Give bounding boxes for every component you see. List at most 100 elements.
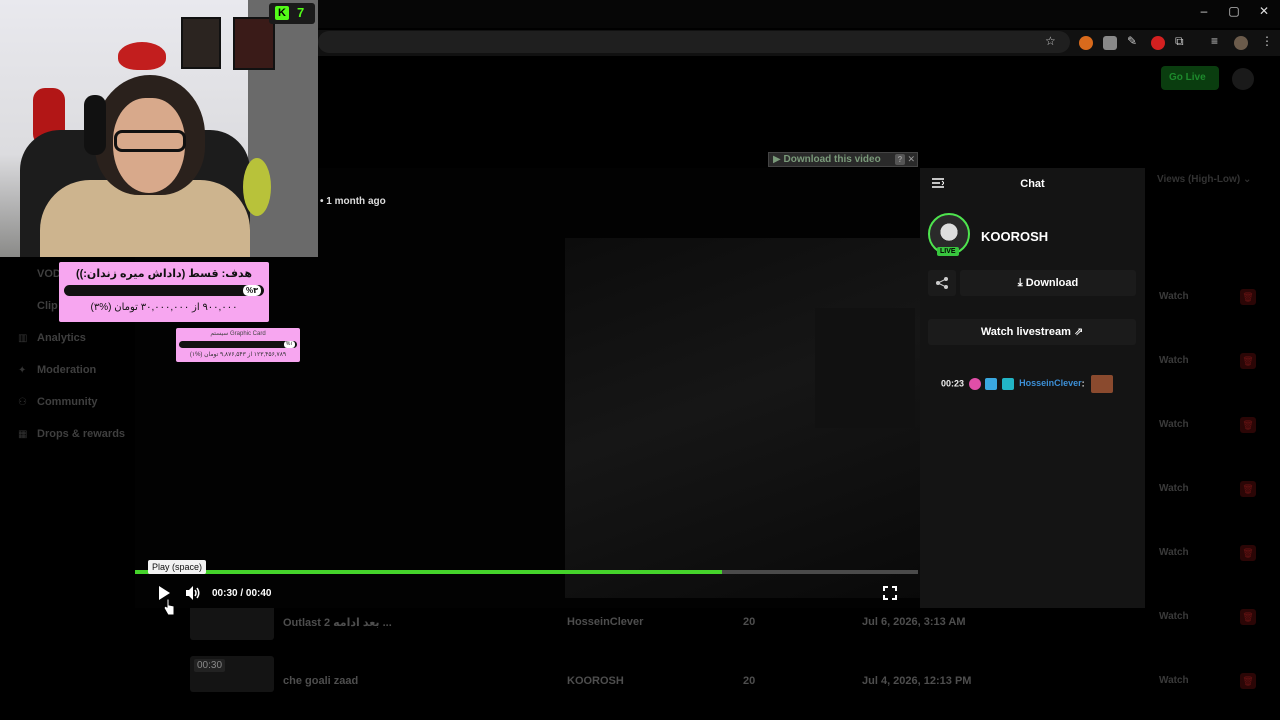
goal-progress-bar: %۳ <box>64 285 264 296</box>
watch-livestream-button[interactable]: Watch livestream ⇗ <box>928 319 1136 345</box>
vod-creator: HosseinClever <box>567 616 644 628</box>
vod-thumbnail[interactable] <box>190 604 274 640</box>
browser-menu-icon[interactable]: ⋮ <box>1261 34 1273 48</box>
reading-list-icon[interactable]: ≡ <box>1211 34 1218 48</box>
vod-title: che goali zaad <box>283 675 359 687</box>
vod-duration: 00:30 <box>194 659 226 672</box>
sidebar-item-label: Moderation <box>37 364 97 376</box>
donation-goal-secondary: Graphic Card سیستم %۱ ۱۲۳,۴۵۶,۷۸۹ از ۹,۸… <box>176 328 300 362</box>
donation-goal: هدف: قسط (داداش میره زندان:)) %۳ ۹۰۰,۰۰۰… <box>59 262 269 322</box>
sidebar-item-label: Community <box>37 396 98 408</box>
goal-amount: ۹۰۰,۰۰۰ از ۳۰,۰۰۰,۰۰۰ تومان (%۳) <box>90 302 238 313</box>
wrench-icon: ✦ <box>18 365 27 376</box>
watch-link[interactable]: Watch <box>1159 291 1189 302</box>
delete-icon[interactable]: 🗑 <box>1240 417 1256 433</box>
sidebar-item-analytics[interactable]: ▥ Analytics <box>18 332 86 344</box>
live-badge: LIVE <box>937 247 959 256</box>
watch-link[interactable]: Watch <box>1159 547 1189 558</box>
emote-icon <box>1091 375 1114 393</box>
go-live-button[interactable]: Go Live <box>1161 66 1219 90</box>
delete-icon[interactable]: 🗑 <box>1240 289 1256 305</box>
goal2-title: Graphic Card سیستم <box>210 331 266 337</box>
user-menu-icon[interactable] <box>1232 68 1254 90</box>
posted-time: • 1 month ago <box>320 196 386 207</box>
record-extension-icon[interactable] <box>1151 36 1165 50</box>
vip-badge-icon <box>1001 378 1014 390</box>
chat-separator: : <box>1081 378 1085 389</box>
plush-toy <box>243 158 271 216</box>
watch-link[interactable]: Watch <box>1159 483 1189 494</box>
sidebar-item-clip[interactable]: Clip <box>37 300 58 312</box>
delete-icon[interactable]: 🗑 <box>1240 545 1256 561</box>
analytics-icon: ▥ <box>18 333 28 344</box>
people-icon: ⚇ <box>18 397 27 408</box>
go-live-label: Go Live <box>1169 72 1206 83</box>
table-row[interactable]: Outlast 2 بعد ادامه ... HosseinClever 20… <box>190 604 1260 640</box>
maximize-button[interactable]: ▢ <box>1219 4 1249 18</box>
chat-panel: Chat LIVE KOOROSH ⤓ Download Watch lives… <box>920 168 1145 608</box>
chat-title: Chat <box>1020 178 1045 190</box>
profile-avatar-icon[interactable] <box>1234 36 1248 50</box>
chat-username[interactable]: HosseinClever <box>1019 378 1082 388</box>
watch-link[interactable]: Watch <box>1159 419 1189 430</box>
chat-message-time: 00:23 <box>941 378 965 389</box>
minimize-button[interactable]: – <box>1189 4 1219 18</box>
gift-icon: ▦ <box>18 429 28 440</box>
kick-viewer-badge: K 7 <box>269 3 315 24</box>
share-button[interactable] <box>928 270 956 296</box>
kick-logo-icon: K <box>275 6 289 20</box>
vod-views: 20 <box>743 616 756 628</box>
help-icon[interactable]: ? <box>895 154 905 165</box>
time-display: 00:30 / 00:40 <box>212 588 272 599</box>
seek-bar[interactable] <box>135 570 918 574</box>
shield-extension-icon[interactable] <box>1103 36 1117 50</box>
volume-icon[interactable] <box>185 585 201 601</box>
download-button[interactable]: ⤓ Download <box>960 270 1136 296</box>
watch-livestream-label: Watch livestream <box>980 326 1071 338</box>
puzzle-extensions-icon[interactable]: ⧉ <box>1175 34 1184 49</box>
chat-message: 00:23 HosseinClever: <box>941 375 1114 393</box>
kick-count: 7 <box>297 5 305 20</box>
seek-bar-fill <box>135 570 723 574</box>
bookmark-star-icon[interactable]: ☆ <box>1045 34 1056 48</box>
watch-link[interactable]: Watch <box>1159 355 1189 366</box>
goal2-percent: %۱ <box>283 341 295 348</box>
close-window-button[interactable]: ✕ <box>1249 4 1279 18</box>
vod-date: Jul 6, 2026, 3:13 AM <box>862 616 966 628</box>
close-icon[interactable]: ✕ <box>907 153 915 166</box>
poster-image <box>181 17 221 69</box>
sub-badge-icon <box>968 378 981 390</box>
vod-thumbnail[interactable]: 00:30 <box>190 656 274 692</box>
delete-icon[interactable]: 🗑 <box>1240 481 1256 497</box>
streamer-name[interactable]: KOOROSH <box>981 229 1048 244</box>
extension-icon[interactable] <box>1079 36 1093 50</box>
headset-icon <box>84 95 106 155</box>
external-link-icon: ⇗ <box>1073 326 1084 338</box>
sidebar-item-moderation[interactable]: ✦ Moderation <box>18 364 96 376</box>
moderator-badge-icon <box>985 378 998 390</box>
share-icon <box>936 277 948 289</box>
vod-views: 20 <box>743 675 756 687</box>
play-tooltip: Play (space) <box>148 560 207 574</box>
vod-title: Outlast 2 بعد ادامه ... <box>283 617 392 629</box>
chevron-down-icon: ⌄ <box>1242 174 1252 185</box>
sidebar-item-vod[interactable]: VOD <box>37 268 61 280</box>
video-frame-detail <box>815 308 915 428</box>
play-icon: ▶ <box>773 154 781 165</box>
poster-image <box>233 17 275 70</box>
address-bar[interactable] <box>318 31 1070 53</box>
pen-extension-icon[interactable]: ✎ <box>1127 34 1137 48</box>
sidebar-item-label: Drops & rewards <box>37 428 126 440</box>
goal2-progress-bar: %۱ <box>179 341 297 348</box>
delete-icon[interactable]: 🗑 <box>1240 353 1256 369</box>
fullscreen-icon[interactable] <box>883 586 897 600</box>
sidebar-item-drops[interactable]: ▦ Drops & rewards <box>18 428 125 440</box>
goal-percent: %۳ <box>243 285 261 296</box>
vod-creator: KOOROSH <box>567 675 624 687</box>
goal-title: هدف: قسط (داداش میره زندان:)) <box>75 268 253 280</box>
sort-dropdown[interactable]: Views (High-Low) ⌄ <box>1157 174 1251 185</box>
table-row[interactable]: 00:30 che goali zaad KOOROSH 20 Jul 4, 2… <box>190 656 1260 692</box>
download-video-bar[interactable]: ▶ Download this video ? ✕ <box>768 152 918 167</box>
download-icon: ⤓ <box>1017 277 1023 289</box>
sidebar-item-community[interactable]: ⚇ Community <box>18 396 98 408</box>
